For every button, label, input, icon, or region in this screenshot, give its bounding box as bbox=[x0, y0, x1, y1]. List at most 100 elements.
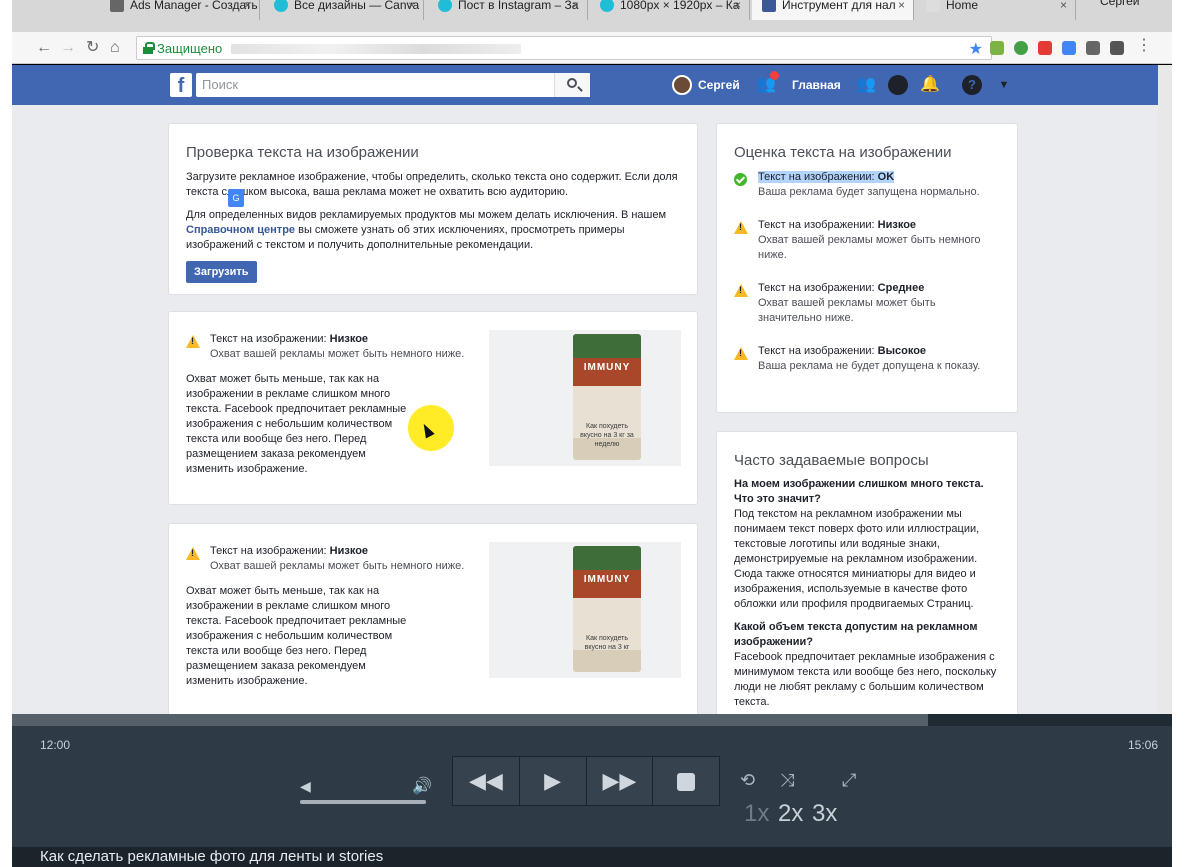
secure-label: Защищено bbox=[157, 41, 223, 56]
messenger-icon[interactable] bbox=[888, 75, 908, 95]
rewind-icon: ◀◀ bbox=[468, 768, 503, 793]
result-body: Охват может быть меньше, так как на изоб… bbox=[186, 373, 407, 475]
lock-icon bbox=[143, 42, 155, 54]
product-can-image: IMMUNY Как похудеть вкусно на 3 кг bbox=[573, 546, 641, 672]
card-title: Проверка текста на изображении bbox=[186, 144, 419, 161]
rating-item-low: Текст на изображении: Низкое Охват вашей… bbox=[734, 218, 1000, 263]
seek-bar-progress bbox=[12, 714, 929, 726]
facebook-header: f Поиск Сергей 👥 Главная 👥 🔔 ? ▼ bbox=[12, 65, 1158, 105]
upload-button[interactable]: Загрузить bbox=[186, 261, 257, 283]
faq-question[interactable]: На моем изображении слишком много текста… bbox=[734, 477, 1000, 507]
warning-icon bbox=[734, 347, 748, 360]
extension-download-icon[interactable] bbox=[990, 41, 1004, 55]
close-icon[interactable]: × bbox=[572, 0, 579, 18]
result-level: Низкое bbox=[329, 333, 369, 345]
close-icon[interactable]: × bbox=[898, 0, 905, 18]
help-icon[interactable]: ? bbox=[962, 75, 982, 95]
ad-image-thumbnail[interactable]: IMMUNY Как похудеть вкусно на 3 кг bbox=[489, 542, 681, 678]
speed-2x-button[interactable]: 2x bbox=[778, 800, 803, 828]
warning-icon bbox=[734, 221, 748, 234]
shuffle-icon[interactable]: ⤨ bbox=[780, 770, 794, 791]
fast-forward-button[interactable]: ▶▶ bbox=[587, 757, 654, 805]
search-input[interactable]: Поиск bbox=[196, 73, 590, 97]
text-check-card: Проверка текста на изображении Загрузите… bbox=[168, 123, 698, 295]
volume-slider[interactable] bbox=[300, 800, 426, 804]
tab-home[interactable]: Home × bbox=[916, 0, 1076, 20]
facebook-favicon-icon bbox=[762, 0, 776, 12]
check-circle-icon bbox=[734, 173, 747, 186]
address-bar[interactable]: Защищено ★ bbox=[136, 36, 992, 60]
volume-high-icon[interactable]: 🔊 bbox=[412, 776, 432, 796]
screen: Ads Manager - Создать × Все дизайны — Can… bbox=[0, 0, 1200, 867]
page-scrollbar[interactable] bbox=[1158, 65, 1172, 714]
warning-icon bbox=[734, 284, 748, 297]
home-link[interactable]: Главная bbox=[792, 75, 841, 95]
stop-button[interactable] bbox=[653, 757, 719, 805]
extension-evernote-icon[interactable] bbox=[1086, 41, 1100, 55]
play-icon: ▶ bbox=[544, 768, 562, 793]
chevron-down-icon[interactable]: ▼ bbox=[994, 75, 1014, 95]
volume-level bbox=[300, 800, 426, 804]
exceptions-paragraph: Для определенных видов рекламируемых про… bbox=[186, 209, 667, 251]
tab-canva-designs[interactable]: Все дизайны — Canva × bbox=[264, 0, 424, 20]
home-icon[interactable]: ⌂ bbox=[110, 38, 120, 58]
speed-1x-button[interactable]: 1x bbox=[744, 800, 769, 828]
volume-low-icon[interactable]: ◀ bbox=[300, 778, 311, 795]
tab-text-tool[interactable]: Инструмент для нал × bbox=[752, 0, 914, 20]
canva-favicon-icon bbox=[438, 0, 452, 12]
repeat-icon[interactable]: ⟲ bbox=[740, 770, 755, 791]
browser-user-badge[interactable]: Сергей bbox=[1100, 0, 1140, 8]
rating-item-high: Текст на изображении: Высокое Ваша рекла… bbox=[734, 344, 1000, 374]
result-level: Низкое bbox=[329, 545, 369, 557]
browser-tabbar: Ads Manager - Создать × Все дизайны — Can… bbox=[12, 0, 1172, 32]
product-can-image: IMMUNY Как похудеть вкусно на 3 кг за не… bbox=[573, 334, 641, 460]
menu-dots-icon[interactable]: ⋮ bbox=[1136, 36, 1152, 56]
extension-translate-icon[interactable] bbox=[1062, 41, 1076, 55]
extension-bookmark-icon[interactable] bbox=[1038, 41, 1052, 55]
extension-refresh-icon[interactable] bbox=[1014, 41, 1028, 55]
forward-icon[interactable]: → bbox=[60, 38, 76, 58]
speed-3x-button[interactable]: 3x bbox=[812, 800, 837, 828]
product-name: IMMUNY bbox=[583, 362, 631, 373]
close-icon[interactable]: × bbox=[244, 0, 251, 18]
avatar bbox=[672, 75, 692, 95]
ads-manager-favicon-icon bbox=[110, 0, 124, 12]
play-button[interactable]: ▶ bbox=[520, 757, 587, 805]
intro-paragraph: Загрузите рекламное изображение, чтобы о… bbox=[186, 171, 678, 198]
extension-screenshot-icon[interactable] bbox=[1110, 41, 1124, 55]
facebook-logo[interactable]: f bbox=[170, 73, 192, 97]
reload-icon[interactable]: ↻ bbox=[86, 38, 99, 58]
bookmark-star-icon[interactable]: ★ bbox=[969, 39, 983, 59]
tab-ads-manager[interactable]: Ads Manager - Создать × bbox=[100, 0, 260, 20]
overlay-text: Как похудеть вкусно на 3 кг за неделю bbox=[580, 423, 634, 448]
faq-answer: Под текстом на рекламном изображении мы … bbox=[734, 508, 980, 610]
profile-link[interactable]: Сергей bbox=[672, 75, 740, 95]
help-center-link[interactable]: Справочном центре bbox=[186, 224, 295, 236]
warning-icon bbox=[186, 547, 200, 560]
result-body: Охват может быть меньше, так как на изоб… bbox=[186, 585, 407, 687]
fullscreen-icon[interactable]: ⤢ bbox=[842, 770, 856, 791]
tab-1080px[interactable]: 1080px × 1920px – Ка × bbox=[590, 0, 750, 20]
google-translate-icon[interactable]: G bbox=[228, 189, 244, 207]
faq-card: Часто задаваемые вопросы На моем изображ… bbox=[716, 431, 1018, 714]
faq-question[interactable]: Какой объем текста допустим на рекламном… bbox=[734, 620, 1000, 650]
tab-instagram-post[interactable]: Пост в Instagram – За × bbox=[428, 0, 588, 20]
current-time: 12:00 bbox=[40, 738, 71, 752]
close-icon[interactable]: × bbox=[1060, 0, 1067, 18]
friends-icon[interactable]: 👥 bbox=[856, 75, 876, 95]
rewind-button[interactable]: ◀◀ bbox=[453, 757, 520, 805]
notifications-bell-icon[interactable]: 🔔 bbox=[920, 75, 940, 95]
canva-favicon-icon bbox=[274, 0, 288, 12]
back-icon[interactable]: ← bbox=[36, 38, 52, 58]
seek-bar[interactable] bbox=[12, 714, 1172, 726]
close-icon[interactable]: × bbox=[408, 0, 415, 18]
overlay-text: Как похудеть вкусно на 3 кг bbox=[584, 635, 630, 651]
search-button[interactable] bbox=[554, 73, 590, 97]
page-content: Проверка текста на изображении Загрузите… bbox=[12, 105, 1158, 714]
rating-item-medium: Текст на изображении: Среднее Охват ваше… bbox=[734, 281, 1000, 326]
recorded-screen: Ads Manager - Создать × Все дизайны — Can… bbox=[12, 0, 1172, 714]
blurred-url bbox=[231, 44, 521, 54]
stop-icon bbox=[677, 773, 696, 792]
close-icon[interactable]: × bbox=[734, 0, 741, 18]
ad-image-thumbnail[interactable]: IMMUNY Как похудеть вкусно на 3 кг за не… bbox=[489, 330, 681, 466]
